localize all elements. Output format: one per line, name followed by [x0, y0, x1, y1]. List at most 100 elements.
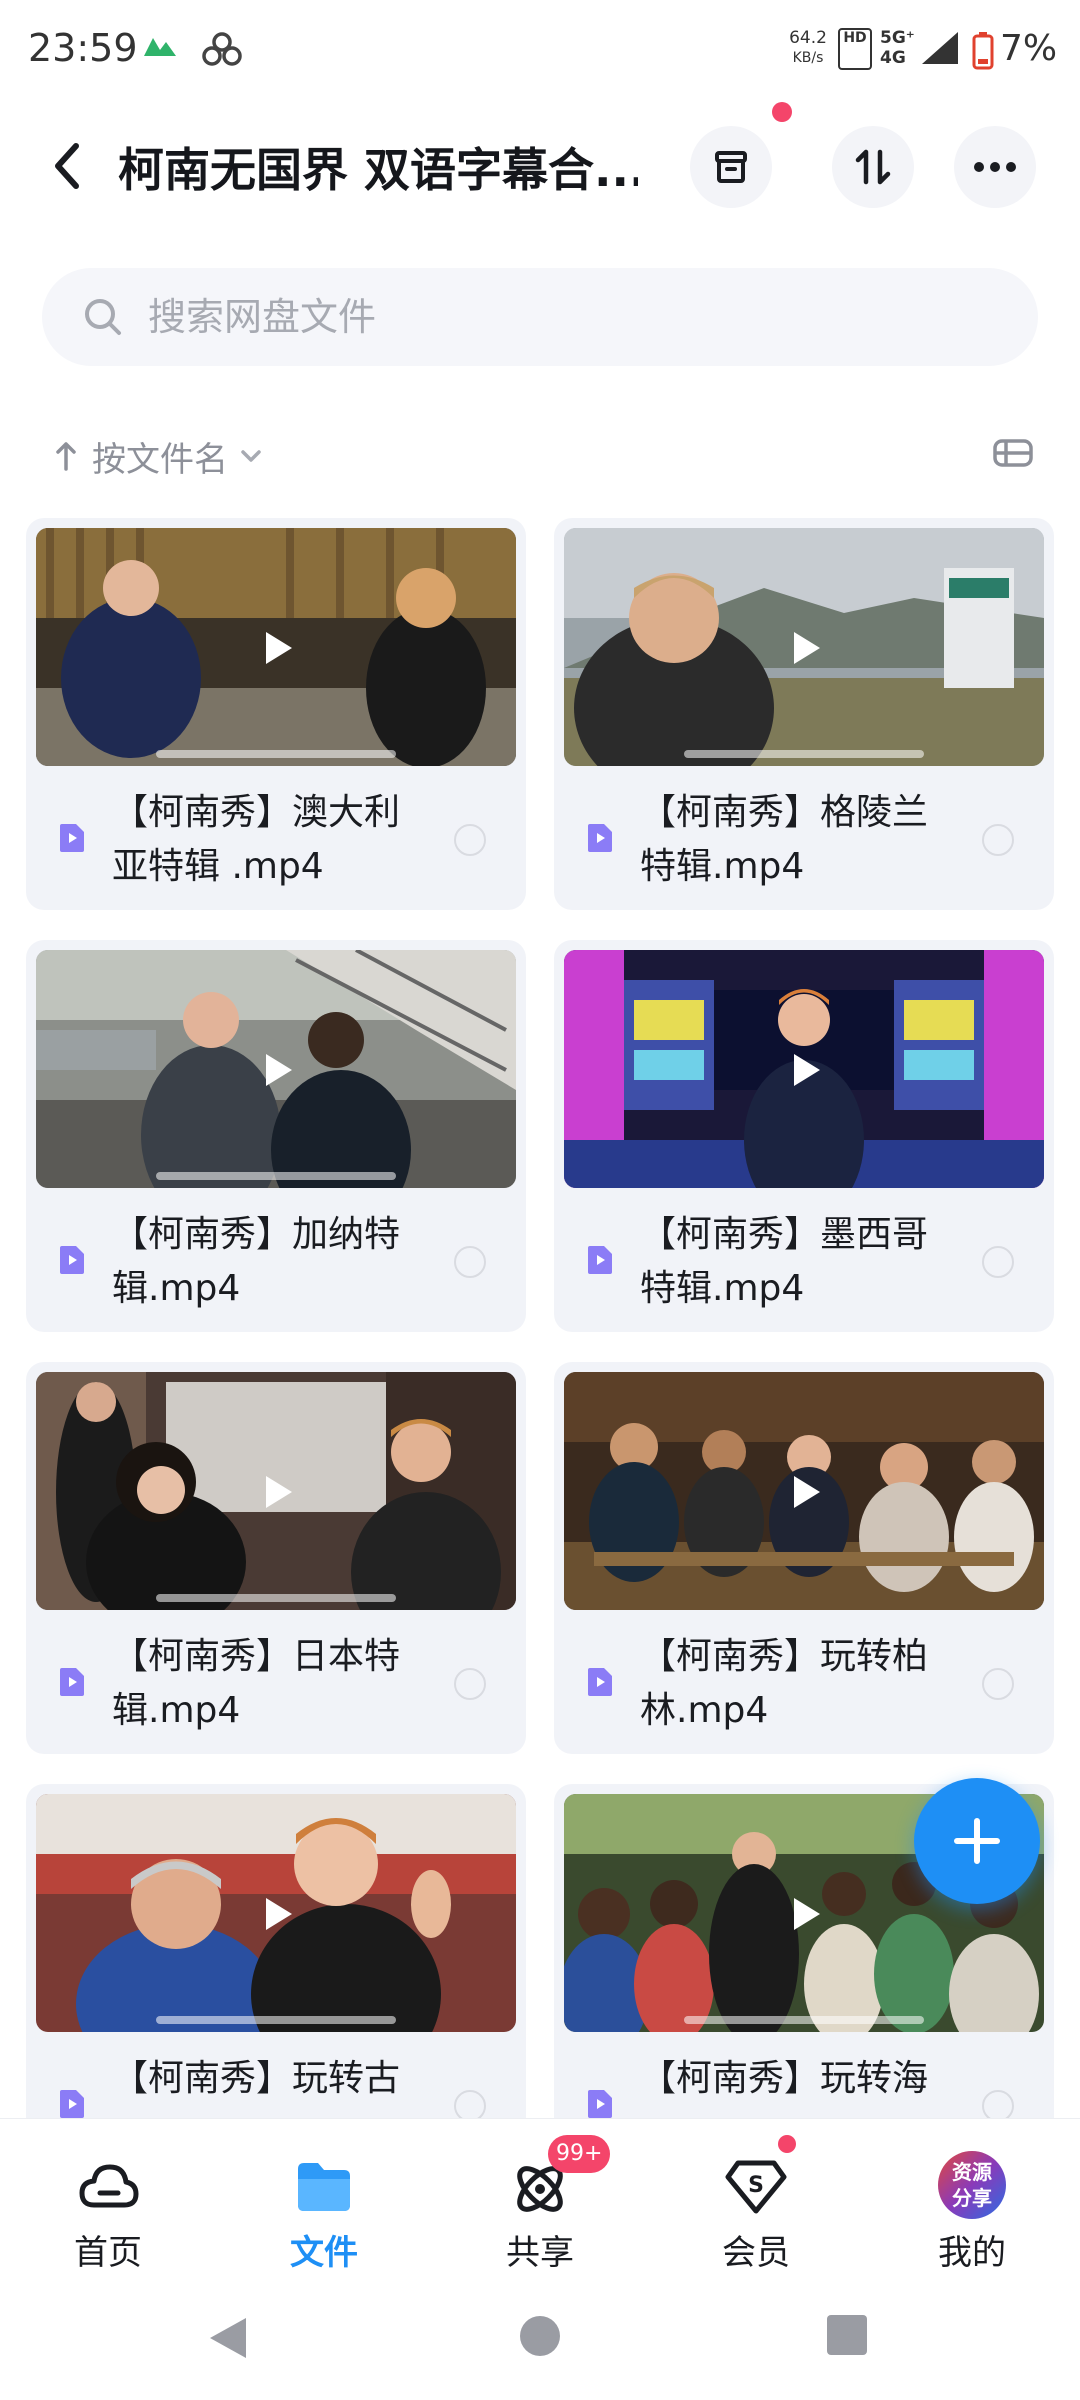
video-file-icon: [588, 1668, 612, 1696]
system-recents-icon[interactable]: [826, 2314, 868, 2356]
page-title: 柯南无国界 双语字幕合...: [118, 143, 638, 194]
video-file-icon: [60, 824, 84, 852]
nav-label: 首页: [74, 2233, 142, 2273]
nav-share[interactable]: 99+ 共享: [460, 2119, 620, 2285]
status-time: 23:59: [28, 26, 138, 70]
sort-button[interactable]: 按文件名: [54, 430, 262, 482]
nav-label: 会员: [722, 2233, 790, 2273]
file-name: 【柯南秀】玩转柏林.mp4: [640, 1636, 929, 1731]
nav-me[interactable]: 资源 分享 我的: [892, 2119, 1052, 2285]
nav-label: 共享: [506, 2233, 574, 2273]
nav-vip[interactable]: S 会员: [676, 2119, 836, 2285]
video-thumbnail[interactable]: [564, 528, 1044, 766]
play-icon: [266, 1476, 292, 1508]
file-name: 【柯南秀】格陵兰特辑.mp4: [640, 792, 929, 887]
select-radio[interactable]: [454, 2090, 486, 2118]
bottom-nav: 首页 文件 99+ 共享 S 会员 资源 分享 我的: [0, 2118, 1080, 2284]
select-radio[interactable]: [982, 1246, 1014, 1278]
sort-label: 按文件名: [92, 439, 228, 480]
nav-home[interactable]: 首页: [28, 2119, 188, 2285]
battery-percent: 7%: [1000, 28, 1058, 69]
video-thumbnail[interactable]: [36, 950, 516, 1188]
file-name: 【柯南秀】墨西哥特辑.mp4: [640, 1214, 929, 1309]
nav-label: 文件: [290, 2233, 358, 2273]
play-icon: [266, 1054, 292, 1086]
video-file-icon: [60, 1246, 84, 1274]
video-thumbnail[interactable]: [36, 1372, 516, 1610]
select-radio[interactable]: [454, 1246, 486, 1278]
subtitle-strip: [684, 750, 924, 758]
more-button[interactable]: [954, 126, 1036, 208]
video-thumbnail[interactable]: [564, 950, 1044, 1188]
file-card[interactable]: 【柯南秀】格陵兰特辑.mp4: [554, 518, 1054, 910]
avatar: 资源 分享: [938, 2151, 1006, 2219]
subtitle-strip: [156, 2016, 396, 2024]
file-card[interactable]: 【柯南秀】澳大利亚特辑 .mp4: [26, 518, 526, 910]
file-card[interactable]: 【柯南秀】墨西哥特辑.mp4: [554, 940, 1054, 1332]
search-bar[interactable]: [42, 268, 1038, 366]
archive-button[interactable]: [690, 126, 772, 208]
system-nav-bar: [0, 2284, 1080, 2400]
play-icon: [794, 1054, 820, 1086]
system-home-icon[interactable]: [518, 2314, 562, 2358]
svg-text:S: S: [748, 2173, 764, 2198]
search-icon: [85, 299, 121, 335]
video-file-icon: [588, 1246, 612, 1274]
file-card[interactable]: 【柯南秀】加纳特辑.mp4: [26, 940, 526, 1332]
mountain-icon: [144, 38, 176, 56]
back-button[interactable]: [44, 138, 94, 194]
subtitle-strip: [156, 1172, 396, 1180]
network-speed: 64.2 KB/s: [789, 28, 827, 66]
app-header: 柯南无国界 双语字幕合...: [0, 110, 1080, 220]
select-radio[interactable]: [982, 824, 1014, 856]
subtitle-strip: [156, 750, 396, 758]
file-name: 【柯南秀】日本特辑.mp4: [112, 1636, 401, 1731]
file-name: 【柯南秀】玩转海: [640, 2058, 929, 2099]
add-button[interactable]: [914, 1778, 1040, 1904]
subtitle-strip: [684, 2016, 924, 2024]
select-radio[interactable]: [982, 2090, 1014, 2118]
video-thumbnail[interactable]: [36, 1794, 516, 2032]
status-bar: 23:59 64.2 KB/s HD 5G⁺ 4G 7%: [0, 0, 1080, 100]
select-radio[interactable]: [454, 1668, 486, 1700]
file-name: 【柯南秀】玩转古: [112, 2058, 401, 2099]
chevron-down-icon: [241, 450, 261, 462]
play-icon: [794, 1898, 820, 1930]
clover-icon: [202, 32, 242, 66]
notification-badge: 99+: [548, 2135, 611, 2173]
file-name: 【柯南秀】加纳特辑.mp4: [112, 1214, 401, 1309]
chevron-left-icon: [55, 143, 79, 189]
plus-icon: [954, 1818, 1000, 1864]
search-input[interactable]: [146, 284, 986, 350]
battery-low-icon: [972, 32, 994, 70]
video-file-icon: [60, 2090, 84, 2118]
notification-dot: [778, 2135, 796, 2153]
file-name: 【柯南秀】澳大利亚特辑 .mp4: [112, 792, 401, 887]
transfer-button[interactable]: [832, 126, 914, 208]
video-file-icon: [588, 824, 612, 852]
video-file-icon: [60, 1668, 84, 1696]
network-type: 5G⁺ 4G: [880, 28, 915, 68]
select-radio[interactable]: [982, 1668, 1014, 1700]
hd-indicator: HD: [838, 28, 872, 70]
vip-diamond-icon: S: [725, 2160, 787, 2214]
video-thumbnail[interactable]: [564, 1372, 1044, 1610]
system-back-icon[interactable]: [206, 2314, 250, 2362]
file-grid: 【柯南秀】澳大利亚特辑 .mp4 【柯南秀】格陵兰特辑.mp4 【柯南秀】加纳特…: [26, 518, 1054, 2118]
play-icon: [266, 1898, 292, 1930]
select-radio[interactable]: [454, 824, 486, 856]
archive-icon: [715, 151, 747, 183]
cloud-home-icon: [79, 2164, 139, 2208]
list-view-icon: [993, 439, 1033, 467]
view-toggle-button[interactable]: [992, 438, 1034, 472]
play-icon: [794, 632, 820, 664]
sort-bar: 按文件名: [42, 420, 1038, 490]
sort-up-arrow-icon: [56, 442, 76, 471]
video-thumbnail[interactable]: [36, 528, 516, 766]
nav-label: 我的: [938, 2233, 1006, 2273]
file-card[interactable]: 【柯南秀】玩转古: [26, 1784, 526, 2118]
nav-files[interactable]: 文件: [244, 2119, 404, 2285]
file-card[interactable]: 【柯南秀】日本特辑.mp4: [26, 1362, 526, 1754]
signal-icon: [922, 32, 958, 64]
file-card[interactable]: 【柯南秀】玩转柏林.mp4: [554, 1362, 1054, 1754]
